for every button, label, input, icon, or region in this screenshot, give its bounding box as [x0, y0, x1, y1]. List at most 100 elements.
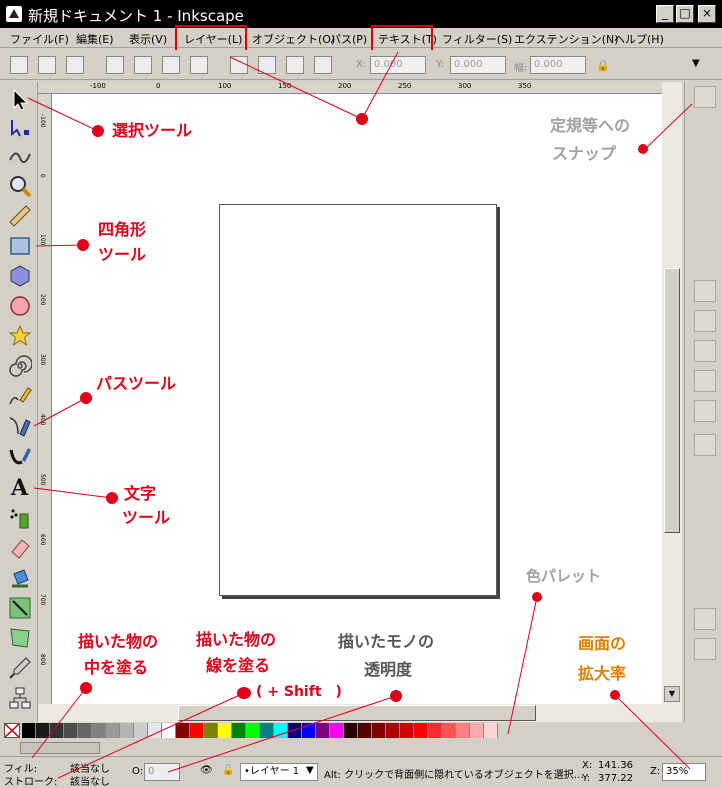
- snap-rotation-center-icon[interactable]: [694, 464, 716, 486]
- lock-icon[interactable]: 🔒: [596, 59, 610, 72]
- paint-bucket-tool-icon[interactable]: [8, 566, 32, 590]
- stroke-indicator[interactable]: 該当なし: [70, 773, 110, 788]
- pencil-tool-icon[interactable]: [8, 384, 32, 408]
- maximize-button[interactable]: □: [676, 5, 694, 23]
- palette-swatch[interactable]: [344, 723, 358, 738]
- palette-swatch[interactable]: [484, 723, 498, 738]
- snap-intersection-icon[interactable]: [694, 340, 716, 362]
- palette-scrollbar[interactable]: [0, 740, 722, 756]
- tweak-tool-icon[interactable]: [8, 144, 32, 168]
- flip-horizontal-icon[interactable]: [162, 56, 180, 74]
- palette-swatch[interactable]: [414, 723, 428, 738]
- palette-swatch[interactable]: [386, 723, 400, 738]
- deselect-icon[interactable]: [66, 56, 84, 74]
- zoom-tool-icon[interactable]: [8, 174, 32, 198]
- palette-swatch[interactable]: [190, 723, 204, 738]
- close-button[interactable]: ×: [698, 5, 716, 23]
- dropper-tool-icon[interactable]: [8, 656, 32, 680]
- mesh-tool-icon[interactable]: [8, 626, 32, 650]
- snap-page-border-icon[interactable]: [694, 580, 716, 602]
- ellipse-tool-icon[interactable]: [8, 294, 32, 318]
- palette-swatch[interactable]: [358, 723, 372, 738]
- raise-to-top-icon[interactable]: [230, 56, 248, 74]
- palette-swatch[interactable]: [274, 723, 288, 738]
- rectangle-tool-icon[interactable]: [8, 234, 32, 258]
- pen-tool-icon[interactable]: [8, 414, 32, 438]
- snap-bbox-midpoint-icon[interactable]: [694, 216, 716, 238]
- scroll-down-icon[interactable]: ▼: [664, 686, 680, 702]
- snap-bbox-corner-icon[interactable]: [694, 186, 716, 208]
- select-all-layers-icon[interactable]: [38, 56, 56, 74]
- palette-swatch[interactable]: [400, 723, 414, 738]
- snap-text-baseline-icon[interactable]: [694, 494, 716, 516]
- raise-icon[interactable]: [258, 56, 276, 74]
- palette-swatch[interactable]: [470, 723, 484, 738]
- snap-path-icon[interactable]: [694, 310, 716, 332]
- opacity-input[interactable]: 0: [144, 763, 180, 781]
- snap-midpoint-icon[interactable]: [694, 400, 716, 422]
- palette-swatch[interactable]: [218, 723, 232, 738]
- snap-text-icon[interactable]: [694, 524, 716, 546]
- eye-icon[interactable]: 👁: [200, 765, 213, 776]
- snap-bbox-icon[interactable]: [694, 126, 716, 148]
- select-all-icon[interactable]: [10, 56, 28, 74]
- palette-swatch[interactable]: [260, 723, 274, 738]
- palette-swatch[interactable]: [50, 723, 64, 738]
- palette-swatch[interactable]: [120, 723, 134, 738]
- snap-bbox-center-icon[interactable]: [694, 246, 716, 268]
- eraser-tool-icon[interactable]: [8, 536, 32, 560]
- no-paint-swatch-icon[interactable]: [4, 723, 20, 738]
- palette-swatch[interactable]: [134, 723, 148, 738]
- spray-tool-icon[interactable]: [8, 506, 32, 530]
- palette-swatch[interactable]: [204, 723, 218, 738]
- zoom-input[interactable]: 35%: [662, 763, 706, 781]
- menu-help[interactable]: ヘルプ(H): [614, 31, 664, 47]
- lower-icon[interactable]: [286, 56, 304, 74]
- rotate-cw-icon[interactable]: [134, 56, 152, 74]
- snap-object-center-icon[interactable]: [694, 434, 716, 456]
- menu-edit[interactable]: 編集(E): [76, 31, 114, 47]
- width-input[interactable]: 0.000: [530, 56, 586, 74]
- menu-file[interactable]: ファイル(F): [10, 31, 69, 47]
- menu-view[interactable]: 表示(V): [129, 31, 167, 47]
- menu-object[interactable]: オブジェクト(O): [252, 31, 335, 47]
- snap-nodes-icon[interactable]: [694, 280, 716, 302]
- palette-swatch[interactable]: [232, 723, 246, 738]
- calligraphy-tool-icon[interactable]: [8, 444, 32, 468]
- text-tool-icon[interactable]: A: [8, 474, 32, 498]
- palette-swatch[interactable]: [22, 723, 36, 738]
- palette-swatch[interactable]: [64, 723, 78, 738]
- minimize-button[interactable]: _: [656, 5, 674, 23]
- palette-swatch[interactable]: [106, 723, 120, 738]
- flip-vertical-icon[interactable]: [190, 56, 208, 74]
- palette-swatch[interactable]: [246, 723, 260, 738]
- snap-bbox-edge-icon[interactable]: [694, 156, 716, 178]
- y-input[interactable]: 0.000: [450, 56, 506, 74]
- palette-swatch[interactable]: [330, 723, 344, 738]
- drawing-canvas[interactable]: [52, 94, 662, 704]
- lower-to-bottom-icon[interactable]: [314, 56, 332, 74]
- palette-swatch[interactable]: [442, 723, 456, 738]
- palette-swatch[interactable]: [316, 723, 330, 738]
- layer-lock-icon[interactable]: 🔓: [222, 765, 234, 776]
- snap-guide-icon[interactable]: [694, 638, 716, 660]
- 3d-box-tool-icon[interactable]: [8, 264, 32, 288]
- palette-swatch[interactable]: [428, 723, 442, 738]
- palette-swatch[interactable]: [372, 723, 386, 738]
- snap-smooth-nodes-icon[interactable]: [694, 370, 716, 392]
- menu-path[interactable]: パス(P): [330, 31, 367, 47]
- palette-swatch[interactable]: [456, 723, 470, 738]
- menu-filters[interactable]: フィルター(S): [442, 31, 512, 47]
- palette-swatch[interactable]: [36, 723, 50, 738]
- toolbar-overflow-icon[interactable]: ▼: [692, 58, 700, 69]
- palette-swatch[interactable]: [162, 723, 176, 738]
- palette-swatch[interactable]: [148, 723, 162, 738]
- rotate-ccw-icon[interactable]: [106, 56, 124, 74]
- horizontal-scroll-thumb[interactable]: [178, 705, 536, 721]
- palette-swatch[interactable]: [302, 723, 316, 738]
- palette-swatch[interactable]: [176, 723, 190, 738]
- palette-swatch[interactable]: [78, 723, 92, 738]
- spiral-tool-icon[interactable]: [8, 354, 32, 378]
- chevron-down-icon[interactable]: ▼: [306, 765, 314, 776]
- snap-grid-icon[interactable]: [694, 608, 716, 630]
